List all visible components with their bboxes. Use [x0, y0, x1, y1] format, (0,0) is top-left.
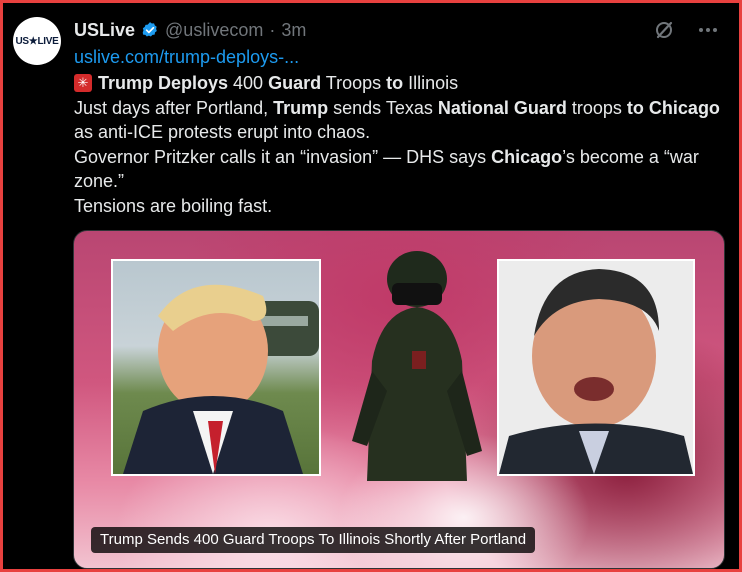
rotating-light-icon: [74, 74, 92, 92]
avatar[interactable]: US★LIVE: [13, 17, 61, 65]
body-line-3: Governor Pritzker calls it an “invasion”…: [74, 146, 699, 192]
body-line-2: Just days after Portland, Trump sends Te…: [74, 97, 720, 143]
photo-left-panel: [111, 259, 321, 476]
governor-photo: [499, 261, 693, 474]
article-link[interactable]: uslive.com/trump-deploys-...: [74, 47, 299, 68]
post-time[interactable]: 3m: [281, 20, 306, 41]
media-image[interactable]: Trump Sends 400 Guard Troops To Illinois…: [73, 230, 725, 569]
grok-icon[interactable]: [653, 19, 675, 41]
tweet-header: USLive @uslivecom · 3m: [74, 17, 306, 43]
separator-dot: ·: [269, 19, 276, 40]
tweet-actions-top: [653, 19, 719, 41]
tweet-card[interactable]: US★LIVE USLive @uslivecom · 3m uslive.co…: [0, 0, 742, 572]
account-handle[interactable]: @uslivecom: [165, 20, 263, 41]
headline-line: Trump Deploys 400 Guard Troops to Illino…: [74, 71, 724, 96]
body-line-4: Tensions are boiling fast.: [74, 195, 273, 216]
account-name[interactable]: USLive: [74, 20, 135, 41]
avatar-logo-text: US★LIVE: [15, 35, 59, 47]
photo-right-panel: [497, 259, 695, 476]
media-caption: Trump Sends 400 Guard Troops To Illinois…: [91, 527, 536, 553]
more-icon[interactable]: [697, 19, 719, 41]
verified-badge-icon: [142, 22, 157, 37]
tweet-text: Trump Deploys 400 Guard Troops to Illino…: [74, 71, 724, 218]
speaker-photo: [123, 284, 319, 474]
soldier-silhouette: [352, 251, 482, 481]
